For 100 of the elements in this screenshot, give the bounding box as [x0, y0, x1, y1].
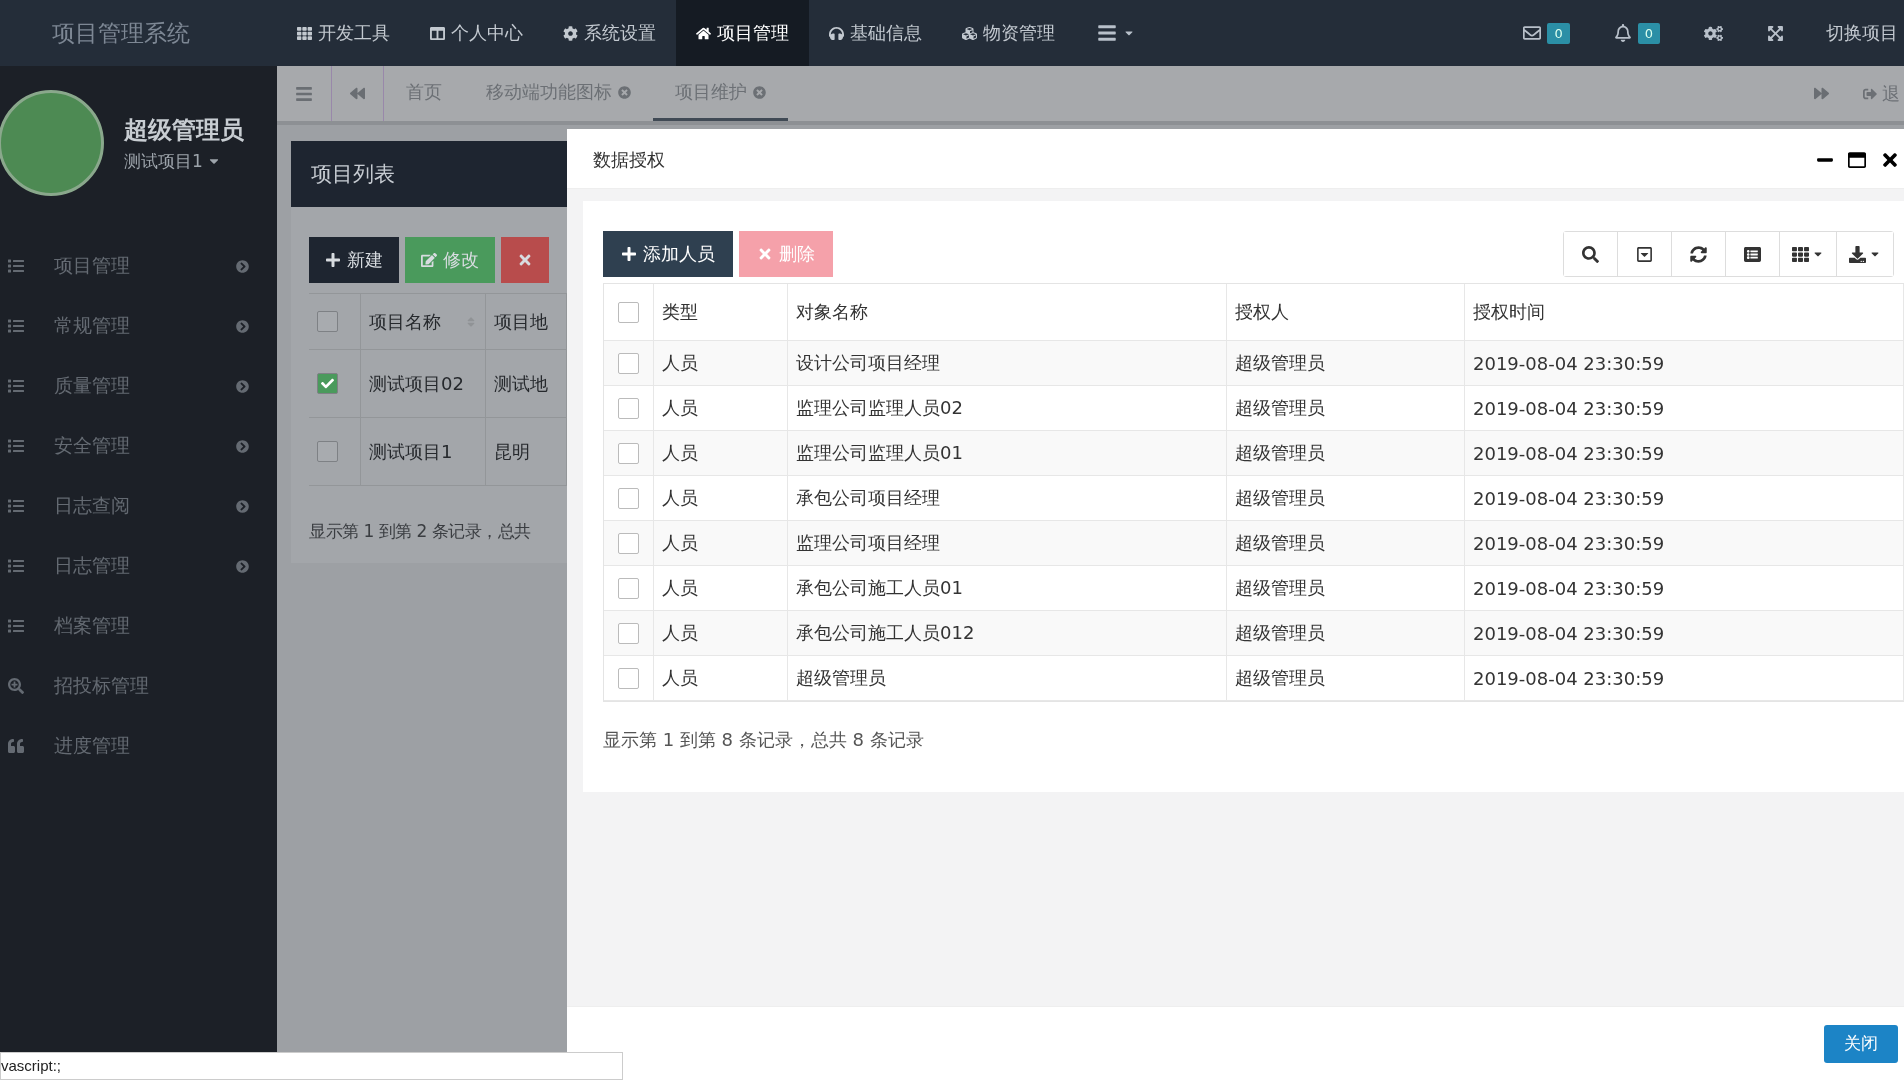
sidebar-item[interactable]: 进度管理 [54, 733, 249, 759]
refresh-icon [1690, 245, 1707, 263]
bell-icon[interactable] [1613, 24, 1632, 42]
maximize-icon[interactable] [1848, 150, 1866, 169]
delete-button[interactable] [501, 237, 549, 283]
sidebar-item[interactable]: 日志查阅 [54, 493, 206, 519]
close-icon [517, 252, 533, 268]
settings-icon[interactable] [1704, 23, 1723, 43]
tab[interactable]: 项目维护 [653, 66, 788, 121]
checkbox[interactable] [618, 397, 639, 419]
list-icon [8, 618, 24, 634]
close-icon [757, 246, 773, 262]
table-cell: 2019-08-04 23:30:59 [1465, 656, 1904, 701]
table-cell: 人员 [654, 521, 788, 566]
switch-project-link[interactable]: 切换项目 [1806, 21, 1904, 45]
mail-icon[interactable] [1523, 24, 1542, 42]
checkbox[interactable] [618, 442, 639, 464]
table-cell: 2019-08-04 23:30:59 [1465, 611, 1904, 656]
table-cell: 人员 [654, 566, 788, 611]
table-cell: 超级管理员 [1227, 341, 1465, 386]
checkbox[interactable] [317, 311, 338, 332]
checkbox[interactable] [618, 667, 639, 689]
sidebar-item[interactable]: 常规管理 [54, 313, 206, 339]
gear-icon [563, 25, 578, 41]
list-icon [8, 558, 24, 574]
sidebar-item[interactable]: 安全管理 [54, 433, 206, 459]
cubes-icon [962, 25, 977, 41]
top-menu-item[interactable]: 基础信息 [809, 0, 942, 66]
plus-icon [621, 246, 637, 262]
list-icon [8, 318, 24, 334]
table-cell: 监理公司项目经理 [788, 521, 1227, 566]
scroll-right-icon[interactable] [1814, 86, 1829, 101]
table-cell: 2019-08-04 23:30:59 [1465, 476, 1904, 521]
columns-icon [430, 25, 445, 41]
grid-icon [297, 25, 312, 41]
list-icon [8, 258, 24, 274]
column-header: 授权时间 [1465, 284, 1904, 341]
add-member-button[interactable]: 添加人员 [603, 231, 733, 277]
top-menu-item[interactable]: 开发工具 [277, 0, 410, 66]
table-cell: 设计公司项目经理 [788, 341, 1227, 386]
sidebar-item[interactable]: 项目管理 [54, 253, 206, 279]
check-icon [321, 377, 334, 390]
table-cell: 2019-08-04 23:30:59 [1465, 566, 1904, 611]
table-cell: 超级管理员 [1227, 431, 1465, 476]
search-button[interactable] [1564, 232, 1618, 276]
table-cell: 测试项目1 [361, 418, 486, 486]
scroll-left-icon[interactable] [350, 86, 365, 101]
table-cell: 监理公司监理人员01 [788, 431, 1227, 476]
table-cell: 监理公司监理人员02 [788, 386, 1227, 431]
table-cell: 人员 [654, 341, 788, 386]
table-cell: 人员 [654, 386, 788, 431]
menu-icon[interactable] [1097, 23, 1117, 43]
checkbox[interactable] [618, 622, 639, 644]
sidebar-item[interactable]: 日志管理 [54, 553, 206, 579]
checkbox[interactable] [618, 301, 639, 323]
list-icon [8, 378, 24, 394]
list-icon [8, 498, 24, 514]
checkbox[interactable] [618, 532, 639, 554]
table-cell: 超级管理员 [1227, 476, 1465, 521]
logout-button[interactable]: 退 [1847, 66, 1904, 121]
sidebar-item[interactable]: 招投标管理 [54, 673, 249, 699]
pagination-info: 显示第 1 到第 2 条记录，总共 [309, 520, 532, 543]
headphones-icon [829, 25, 844, 41]
table-cell: 人员 [654, 611, 788, 656]
mail-count-badge: 0 [1547, 22, 1570, 44]
column-header: 项目名称 [361, 294, 486, 350]
fullscreen-icon[interactable] [1767, 24, 1784, 42]
table-cell: 人员 [654, 656, 788, 701]
checkbox[interactable] [317, 373, 338, 394]
checkbox[interactable] [618, 487, 639, 509]
table-cell: 2019-08-04 23:30:59 [1465, 386, 1904, 431]
table-cell: 承包公司项目经理 [788, 476, 1227, 521]
top-menu-item[interactable]: 个人中心 [410, 0, 543, 66]
table-cell: 人员 [654, 431, 788, 476]
table-cell: 承包公司施工人员01 [788, 566, 1227, 611]
search-icon [8, 678, 24, 694]
grid-icon [1792, 245, 1809, 263]
column-header: 授权人 [1227, 284, 1465, 341]
checkbox[interactable] [618, 352, 639, 374]
top-menu-item[interactable]: 系统设置 [543, 0, 676, 66]
table-cell: 承包公司施工人员012 [788, 611, 1227, 656]
user-name: 超级管理员 [124, 114, 244, 146]
close-button[interactable]: 关闭 [1824, 1024, 1898, 1063]
tab[interactable]: 移动端功能图标 [464, 66, 653, 121]
top-menu-item[interactable]: 项目管理 [676, 0, 809, 66]
pagination-info: 显示第 1 到第 8 条记录，总共 8 条记录 [603, 728, 925, 752]
column-header: 类型 [654, 284, 788, 341]
edit-button[interactable]: 修改 [405, 237, 495, 283]
table-cell: 超级管理员 [1227, 566, 1465, 611]
tab[interactable]: 首页 [384, 66, 464, 121]
top-menu-item[interactable]: 物资管理 [942, 0, 1075, 66]
sidebar-item[interactable]: 质量管理 [54, 373, 206, 399]
project-selector[interactable]: 测试项目1 [124, 149, 203, 173]
search-icon [1582, 245, 1599, 263]
checkbox[interactable] [618, 577, 639, 599]
checkbox[interactable] [317, 441, 338, 462]
table-cell: 超级管理员 [788, 656, 1227, 701]
plus-icon [325, 252, 341, 268]
sidebar-item[interactable]: 档案管理 [54, 613, 249, 639]
new-button[interactable]: 新建 [309, 237, 399, 283]
